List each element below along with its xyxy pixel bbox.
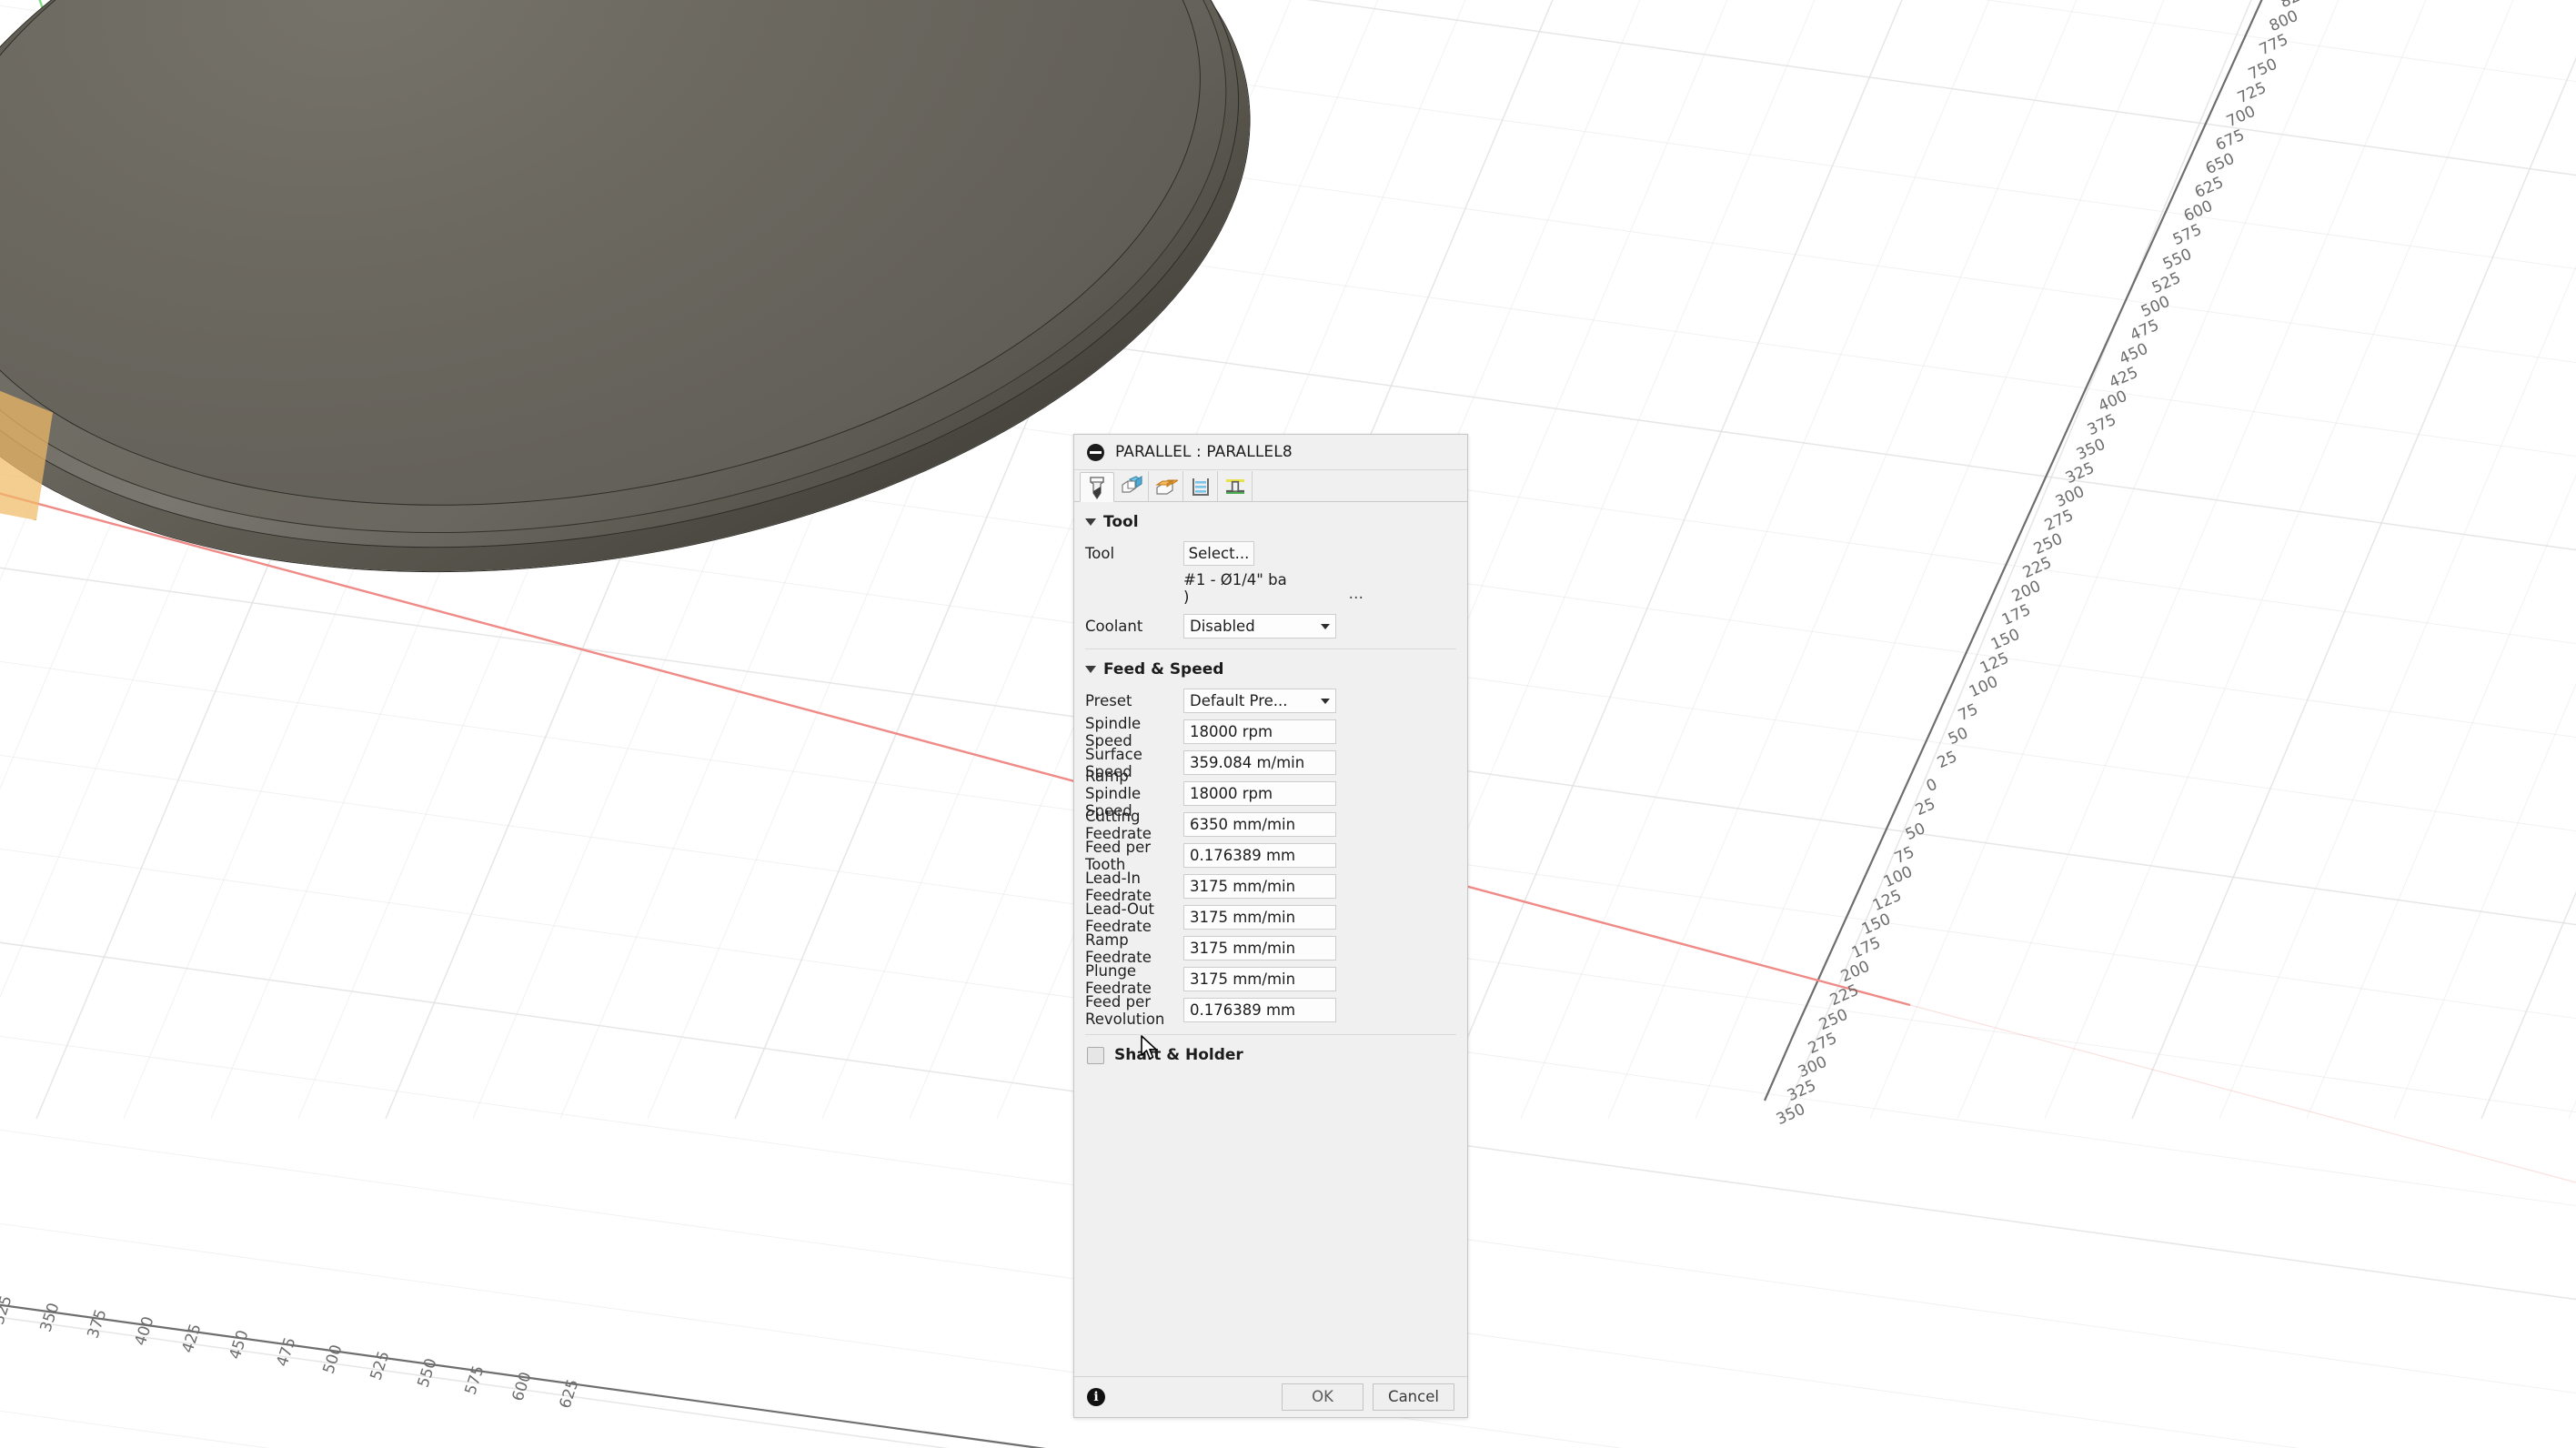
endmill-tool-icon <box>1086 476 1108 499</box>
chevron-down-icon[interactable] <box>1321 624 1330 629</box>
select-tool-button[interactable]: Select... <box>1183 541 1254 566</box>
shaft-holder-row[interactable]: Shaft & Holder <box>1074 1035 1467 1075</box>
section-header-tool[interactable]: Tool <box>1074 502 1467 540</box>
tool-description-line2: ) <box>1183 588 1347 606</box>
feed-per-tooth-field-row: Feed per Tooth <box>1074 842 1467 869</box>
feed-per-revolution-field-row: Feed per Revolution <box>1074 997 1467 1023</box>
preset-dropdown[interactable]: Default Pre... <box>1183 689 1336 713</box>
ramp-feedrate-field[interactable] <box>1183 936 1336 960</box>
passes-icon <box>1189 476 1213 498</box>
feed-per-revolution-field[interactable] <box>1183 998 1336 1022</box>
tab-passes[interactable] <box>1183 471 1218 501</box>
info-icon[interactable]: i <box>1087 1388 1105 1406</box>
lead-in-feedrate-field-label: Lead-In Feedrate <box>1085 870 1183 904</box>
spindle-speed-field-label: Spindle Speed <box>1085 715 1183 749</box>
coolant-row: Coolant Disabled <box>1074 613 1467 639</box>
ramp-feedrate-field-label: Ramp Feedrate <box>1085 931 1183 966</box>
plunge-feedrate-field[interactable] <box>1183 967 1336 991</box>
ramp-spindle-speed-field-row: Ramp Spindle Speed <box>1074 780 1467 807</box>
lead-out-feedrate-field-row: Lead-Out Feedrate <box>1074 904 1467 930</box>
cutting-feedrate-field-label: Cutting Feedrate <box>1085 808 1183 842</box>
coolant-value: Disabled <box>1190 618 1317 635</box>
dialog-titlebar[interactable]: PARALLEL : PARALLEL8 <box>1074 435 1467 470</box>
tab-tool[interactable] <box>1080 472 1114 502</box>
plunge-feedrate-field-row: Plunge Feedrate <box>1074 966 1467 992</box>
chevron-down-icon[interactable] <box>1085 666 1096 673</box>
tool-description: #1 - Ø1/4" ba ) ⋯ <box>1183 571 1347 606</box>
ramp-spindle-speed-field[interactable] <box>1183 781 1336 806</box>
dialog-body: Tool Tool Select... #1 - Ø1/4" ba ) ⋯ Co… <box>1074 502 1467 1376</box>
cancel-button[interactable]: Cancel <box>1373 1383 1454 1411</box>
surface-speed-field[interactable] <box>1183 750 1336 775</box>
chevron-down-icon[interactable] <box>1321 699 1330 704</box>
feed-per-tooth-field-label: Feed per Tooth <box>1085 839 1183 873</box>
tool-description-ellipsis: ⋯ <box>1349 588 1364 606</box>
dialog-tabstrip[interactable] <box>1074 470 1467 502</box>
feed-per-tooth-field[interactable] <box>1183 843 1336 868</box>
geometry-cube-icon <box>1120 476 1143 498</box>
tool-label: Tool <box>1085 545 1183 562</box>
dialog-footer: i OK Cancel <box>1074 1376 1467 1417</box>
preset-label: Preset <box>1085 692 1183 709</box>
tool-row: Tool Select... <box>1074 540 1467 567</box>
plunge-feedrate-field-label: Plunge Feedrate <box>1085 962 1183 997</box>
ok-button[interactable]: OK <box>1282 1383 1363 1411</box>
tab-linking[interactable] <box>1218 471 1253 501</box>
cutting-feedrate-field[interactable] <box>1183 812 1336 837</box>
coolant-label: Coolant <box>1085 618 1183 635</box>
section-title-tool: Tool <box>1103 513 1139 531</box>
shaft-holder-checkbox[interactable] <box>1087 1047 1104 1064</box>
section-header-feed-speed[interactable]: Feed & Speed <box>1074 649 1467 688</box>
tab-geometry[interactable] <box>1114 471 1149 501</box>
section-title-feed-speed: Feed & Speed <box>1103 660 1223 679</box>
tab-heights[interactable] <box>1149 471 1183 501</box>
linking-icon <box>1223 476 1247 498</box>
parallel-operation-dialog[interactable]: PARALLEL : PARALLEL8 <box>1073 434 1468 1418</box>
heights-box-icon <box>1154 476 1178 498</box>
lead-in-feedrate-field[interactable] <box>1183 874 1336 899</box>
feed-speed-fields: Spindle SpeedSurface SpeedRamp Spindle S… <box>1074 719 1467 1023</box>
preset-value: Default Pre... <box>1190 692 1317 709</box>
chevron-down-icon[interactable] <box>1085 518 1096 526</box>
spindle-speed-field-row: Spindle Speed <box>1074 719 1467 745</box>
shaft-holder-label: Shaft & Holder <box>1114 1046 1243 1064</box>
lead-out-feedrate-field[interactable] <box>1183 905 1336 930</box>
feed-per-revolution-field-label: Feed per Revolution <box>1085 993 1183 1028</box>
preset-row: Preset Default Pre... <box>1074 688 1467 714</box>
dialog-title: PARALLEL : PARALLEL8 <box>1115 443 1293 461</box>
collapse-icon[interactable] <box>1087 444 1104 461</box>
cutting-feedrate-field-row: Cutting Feedrate <box>1074 811 1467 838</box>
coolant-dropdown[interactable]: Disabled <box>1183 614 1336 639</box>
tool-description-line1: #1 - Ø1/4" ba <box>1183 571 1347 588</box>
ramp-feedrate-field-row: Ramp Feedrate <box>1074 935 1467 961</box>
spindle-speed-field[interactable] <box>1183 719 1336 744</box>
lead-in-feedrate-field-row: Lead-In Feedrate <box>1074 873 1467 900</box>
lead-out-feedrate-field-label: Lead-Out Feedrate <box>1085 900 1183 935</box>
